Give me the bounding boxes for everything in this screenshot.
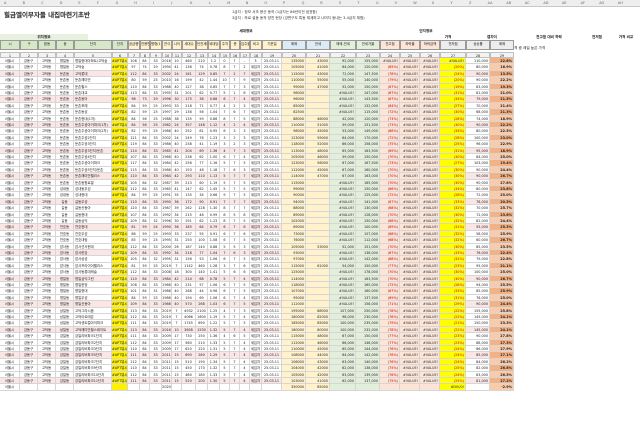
header-cell[interactable]: 기준일	[262, 40, 282, 50]
note-line-2: 3급지 : 하로 설동 동작 양천 현당 (강변구도 특동 체계하고 나머지 동…	[232, 16, 365, 20]
table-cell[interactable]	[112, 384, 128, 391]
table-cell[interactable]: #DIV/0!	[440, 384, 466, 391]
table-cell[interactable]	[420, 384, 440, 391]
column-letter[interactable]: F	[97, 1, 99, 5]
table-cell[interactable]	[128, 384, 140, 391]
header-cell[interactable]: 하락율	[400, 40, 420, 50]
column-letter[interactable]: U	[376, 1, 379, 5]
column-letter[interactable]: L	[209, 1, 211, 5]
column-letter[interactable]: W	[413, 1, 416, 5]
column-letter[interactable]: AE	[562, 1, 567, 5]
header-cell[interactable]: 공급평형	[128, 40, 140, 50]
table-cell[interactable]	[208, 384, 220, 391]
header-cell[interactable]: 전저점	[440, 40, 466, 50]
header-cell[interactable]: 평형(12급지)	[150, 40, 162, 50]
header-cell[interactable]: 층	[230, 40, 240, 50]
column-letter[interactable]: J	[171, 1, 172, 5]
column-letter[interactable]: AF	[581, 1, 585, 5]
header-cell[interactable]: 전세가율	[356, 40, 380, 50]
column-letter[interactable]: AH	[618, 1, 623, 5]
column-letter[interactable]: C	[41, 1, 43, 5]
table-cell[interactable]	[380, 384, 400, 391]
column-header-bar: A B C D E F G H I J K L M N O P Q R S T U V W X Y Z AA AB AC AD AE AF AG…	[0, 0, 640, 7]
table-cell[interactable]	[74, 384, 112, 391]
table-cell[interactable]: 85000	[306, 384, 330, 391]
table-cell[interactable]	[150, 384, 162, 391]
column-letter[interactable]: X	[432, 1, 434, 5]
table-cell[interactable]	[240, 384, 250, 391]
column-letter[interactable]: P	[283, 1, 285, 5]
header-cell[interactable]: 전용면적	[140, 40, 150, 50]
table-row[interactable]: 서울시 2020 350000 85000 #DIV/0! -2.9%	[0, 384, 640, 391]
header-cell[interactable]: 매매	[490, 40, 514, 50]
table-cell[interactable]	[56, 384, 74, 391]
table-cell[interactable]	[38, 384, 56, 391]
column-letter[interactable]: B	[23, 1, 25, 5]
header-cell[interactable]: 단지	[74, 40, 112, 50]
table-cell[interactable]	[220, 384, 230, 391]
table-cell[interactable]: -2.9%	[490, 384, 514, 391]
header-cell[interactable]: 동	[56, 40, 74, 50]
header-cell[interactable]: 시	[0, 40, 20, 50]
sheet-title: 힐금엘이부자들 내집마련기초반	[4, 11, 90, 19]
column-letter[interactable]: K	[190, 1, 192, 5]
table-cell[interactable]	[466, 384, 490, 391]
column-letter[interactable]: T	[357, 1, 359, 5]
header-cell[interactable]: 단지	[112, 40, 128, 50]
header-cell[interactable]: 비고	[250, 40, 262, 50]
table-cell[interactable]: 350000	[282, 384, 306, 391]
column-letter[interactable]: S	[339, 1, 341, 5]
column-letter[interactable]: Z	[469, 1, 471, 5]
header-cell[interactable]: 매매	[282, 40, 306, 50]
table-cell[interactable]	[262, 384, 282, 391]
header-cell[interactable]: 세대당주차	[208, 40, 220, 50]
column-letter[interactable]: I	[153, 1, 154, 5]
column-letter[interactable]: N	[246, 1, 249, 5]
table-cell[interactable]	[172, 384, 182, 391]
header-cell[interactable]: 전세	[306, 40, 330, 50]
header-cell[interactable]: 매매-전세	[330, 40, 356, 50]
header-cell[interactable]: 읍동	[38, 40, 56, 50]
column-letter[interactable]: AA	[488, 1, 493, 5]
table-cell[interactable]	[356, 384, 380, 391]
header-cell[interactable]: 입주율	[240, 40, 250, 50]
column-letter[interactable]: Q	[302, 1, 305, 5]
column-letter[interactable]: AD	[543, 1, 548, 5]
column-letter[interactable]: H	[134, 1, 137, 5]
table-cell[interactable]	[140, 384, 150, 391]
column-letter[interactable]: Y	[450, 1, 452, 5]
table-cell[interactable]	[20, 384, 38, 391]
note-line-1: 1급지 : 정보 서초 용산 동작 (1급지는 86년이전 샘표함)	[232, 10, 318, 14]
column-letter[interactable]: AC	[525, 1, 530, 5]
header-cell[interactable]: 하락금액	[420, 40, 440, 50]
header-cell[interactable]: 구	[20, 40, 38, 50]
table-cell[interactable]	[182, 384, 196, 391]
column-letter[interactable]: G	[116, 1, 119, 5]
table-cell[interactable]	[250, 384, 262, 391]
column-letter[interactable]: D	[60, 1, 63, 5]
table-cell[interactable]	[330, 384, 356, 391]
header-row: 시구읍동동단지단지공급평형전용면적평형(12급지)연식나이세대수던전세대수세대당…	[0, 40, 640, 50]
group-basic: 세대정보	[239, 29, 253, 33]
column-letter[interactable]: E	[78, 1, 80, 5]
header-cell[interactable]: 나이	[172, 40, 182, 50]
column-letter[interactable]: R	[320, 1, 322, 5]
table-cell[interactable]	[400, 384, 420, 391]
column-letter[interactable]: V	[395, 1, 397, 5]
table-cell[interactable]: 서울시	[0, 384, 20, 391]
table-cell[interactable]: 2020	[162, 384, 172, 391]
header-cell[interactable]: 연식	[162, 40, 172, 50]
header-cell[interactable]: 전고점	[380, 40, 400, 50]
column-letter[interactable]: O	[264, 1, 267, 5]
header-cell[interactable]: 세대수	[182, 40, 196, 50]
table-cell[interactable]	[230, 384, 240, 391]
column-letter[interactable]: AG	[599, 1, 604, 5]
column-letter[interactable]: A	[4, 1, 6, 5]
column-letter[interactable]: AB	[506, 1, 511, 5]
header-cell[interactable]: 상승률	[466, 40, 490, 50]
header-cell[interactable]: 주차	[220, 40, 230, 50]
column-letter[interactable]: M	[227, 1, 230, 5]
header-cell[interactable]: 던전세대수	[196, 40, 208, 50]
table-cell[interactable]	[196, 384, 208, 391]
